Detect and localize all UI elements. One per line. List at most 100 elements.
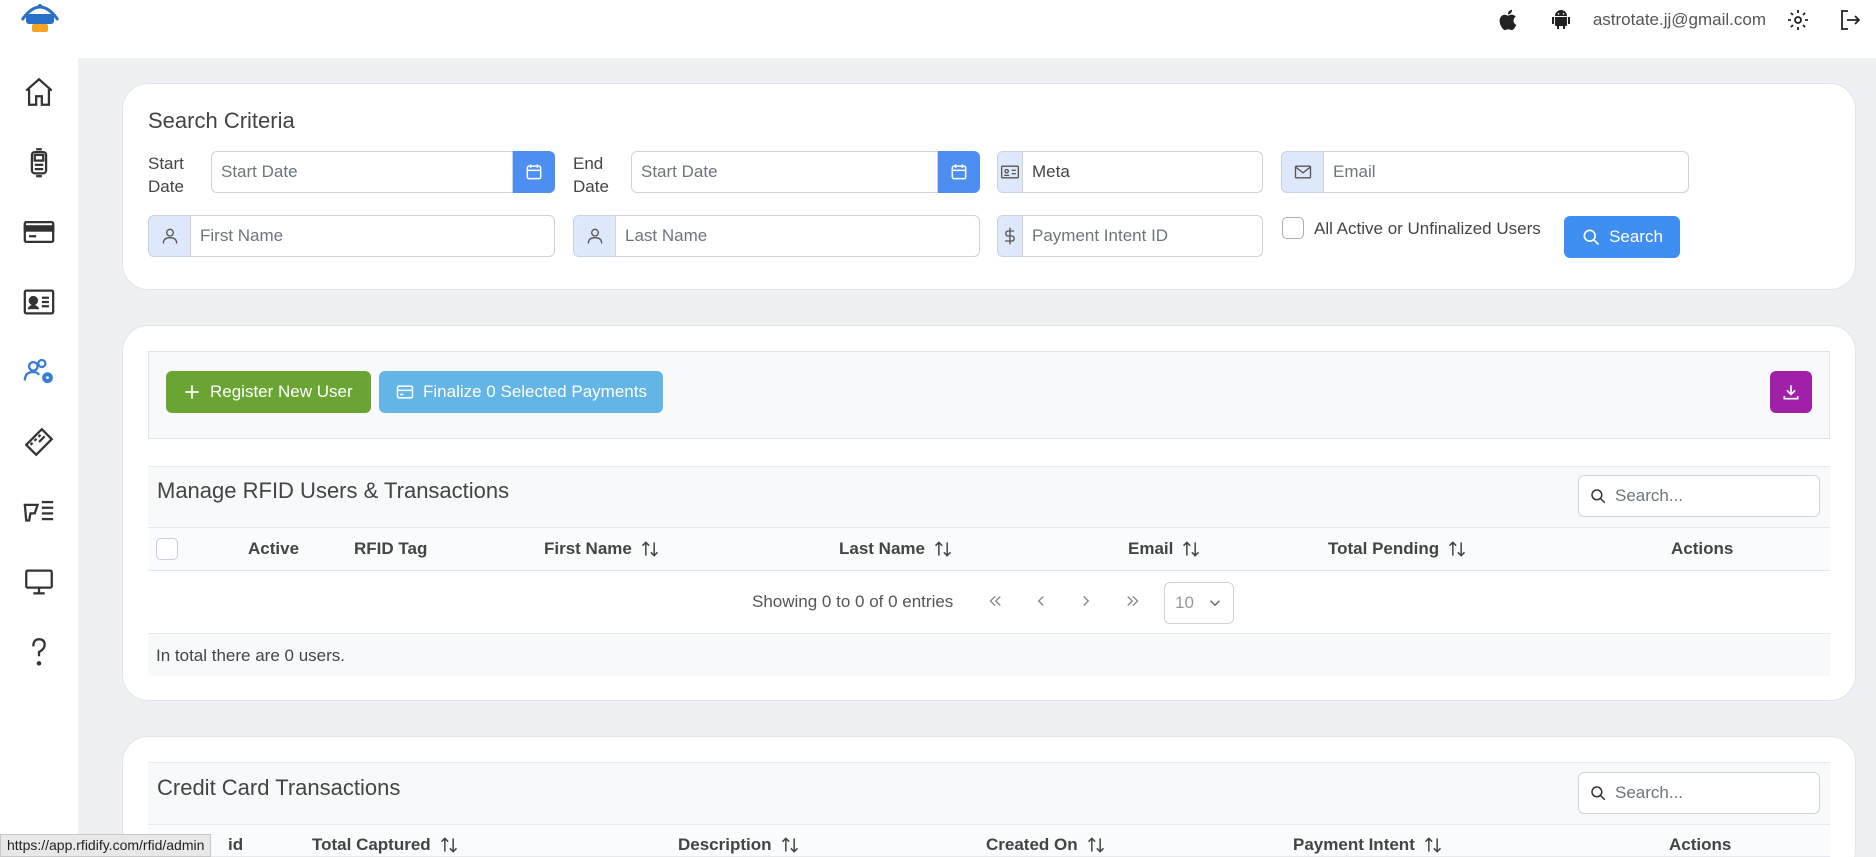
- home-icon: [25, 77, 53, 106]
- sort-icon: [440, 837, 457, 853]
- user-email[interactable]: astrotate.jj@gmail.com: [1593, 10, 1766, 30]
- sidebar-item-scanner[interactable]: [10, 486, 68, 538]
- start-date-label-line2: Date: [148, 177, 184, 196]
- col-created-on-label: Created On: [986, 835, 1078, 854]
- col-cc-actions-label: Actions: [1669, 835, 1732, 854]
- chevrons-right-icon: [1127, 596, 1139, 606]
- credit-card-icon: [396, 385, 414, 399]
- last-name-addon: [573, 215, 615, 257]
- end-date-label-line2: Date: [573, 177, 609, 196]
- col-description[interactable]: Description: [678, 835, 800, 855]
- col-total-captured[interactable]: Total Captured: [312, 835, 459, 855]
- payment-intent-group: [997, 215, 1263, 257]
- user-icon: [587, 228, 602, 244]
- meta-input[interactable]: [1022, 151, 1263, 193]
- sort-icon: [1087, 837, 1104, 853]
- question-icon: [32, 638, 46, 666]
- users-table-head: Active RFID Tag First Name Last Name Ema…: [148, 527, 1830, 571]
- first-name-input[interactable]: [190, 215, 555, 257]
- sidebar-item-help[interactable]: [10, 626, 68, 678]
- users-table-pager: Showing 0 to 0 of 0 entries 10: [148, 572, 1830, 634]
- col-id[interactable]: id: [228, 835, 243, 855]
- scanner-icon: [23, 500, 54, 522]
- next-page-button[interactable]: [1073, 588, 1099, 614]
- col-last-name-label: Last Name: [839, 539, 925, 558]
- sidebar-item-users-settings[interactable]: [10, 346, 68, 398]
- col-actions: Actions: [1671, 539, 1733, 559]
- users-table-title: Manage RFID Users & Transactions: [157, 478, 510, 503]
- ticket-icon: [24, 427, 54, 457]
- start-date-calendar-button[interactable]: [513, 151, 555, 193]
- browser-status-url: https://app.rfidify.com/rfid/admin: [0, 834, 212, 857]
- finalize-payments-button[interactable]: Finalize 0 Selected Payments: [379, 371, 663, 413]
- end-date-label: End Date: [573, 152, 609, 198]
- search-icon: [1591, 489, 1606, 504]
- end-date-input[interactable]: [631, 151, 938, 193]
- sort-icon: [934, 541, 952, 557]
- cc-table-search-input[interactable]: [1615, 783, 1805, 803]
- meta-addon: [997, 151, 1022, 193]
- monitor-icon: [25, 569, 53, 595]
- end-date-group: [631, 151, 980, 193]
- download-button[interactable]: [1770, 371, 1812, 413]
- download-icon: [1783, 385, 1799, 400]
- users-gear-icon: [23, 358, 53, 384]
- col-email-label: Email: [1128, 539, 1174, 558]
- users-total-row: In total there are 0 users.: [148, 634, 1830, 676]
- search-button[interactable]: Search: [1564, 216, 1680, 258]
- rfidify-logo[interactable]: [18, 0, 62, 34]
- sidebar-item-payments[interactable]: [10, 206, 68, 258]
- search-icon: [1583, 229, 1600, 246]
- col-created-on[interactable]: Created On: [986, 835, 1106, 855]
- android-icon[interactable]: [1547, 6, 1575, 34]
- first-page-button[interactable]: [982, 588, 1008, 614]
- sidebar-item-home[interactable]: [10, 66, 68, 118]
- col-total-pending[interactable]: Total Pending: [1328, 539, 1467, 559]
- showing-entries: Showing 0 to 0 of 0 entries: [752, 592, 954, 611]
- last-name-input[interactable]: [615, 215, 980, 257]
- envelope-icon: [1294, 165, 1311, 179]
- col-actions-label: Actions: [1671, 539, 1734, 558]
- calendar-icon: [526, 164, 542, 180]
- col-payment-intent[interactable]: Payment Intent: [1293, 835, 1443, 855]
- select-all-checkbox[interactable]: [156, 538, 178, 560]
- sidebar-item-contacts[interactable]: [10, 276, 68, 328]
- register-new-user-button[interactable]: Register New User: [166, 371, 371, 413]
- apple-icon[interactable]: [1495, 6, 1523, 34]
- page-size-value: 10: [1175, 593, 1194, 612]
- cc-table-search: [1578, 772, 1820, 814]
- gear-icon[interactable]: [1784, 6, 1812, 34]
- end-date-calendar-button[interactable]: [938, 151, 980, 193]
- logout-icon[interactable]: [1836, 6, 1864, 34]
- page-size-select[interactable]: 10: [1164, 582, 1234, 624]
- id-card-icon: [23, 289, 55, 315]
- email-input[interactable]: [1323, 151, 1689, 193]
- cc-table-head: id Total Captured Description Created On…: [148, 824, 1830, 857]
- calendar-icon: [951, 164, 967, 180]
- sidebar-item-devices[interactable]: [10, 136, 68, 188]
- sidebar-item-tickets[interactable]: [10, 416, 68, 468]
- sidebar: [0, 0, 78, 857]
- sidebar-item-display[interactable]: [10, 556, 68, 608]
- col-last-name[interactable]: Last Name: [839, 539, 953, 559]
- start-date-group: [211, 151, 555, 193]
- user-icon: [162, 228, 177, 244]
- col-email[interactable]: Email: [1128, 539, 1201, 559]
- credit-card-icon: [23, 220, 55, 244]
- all-active-checkbox[interactable]: [1282, 217, 1304, 239]
- payment-intent-input[interactable]: [1022, 215, 1263, 257]
- users-table-search-input[interactable]: [1615, 486, 1805, 506]
- col-active[interactable]: Active: [248, 539, 299, 559]
- first-name-addon: [148, 215, 190, 257]
- cc-table-title: Credit Card Transactions: [157, 775, 401, 800]
- col-rfid-tag-label: RFID Tag: [354, 539, 428, 558]
- sort-icon: [1424, 837, 1441, 853]
- last-page-button[interactable]: [1120, 588, 1146, 614]
- col-rfid-tag[interactable]: RFID Tag: [354, 539, 427, 559]
- col-payment-intent-label: Payment Intent: [1293, 835, 1415, 854]
- col-first-name[interactable]: First Name: [544, 539, 660, 559]
- device-icon: [30, 148, 48, 178]
- start-date-input[interactable]: [211, 151, 513, 193]
- prev-page-button[interactable]: [1028, 588, 1054, 614]
- id-card-icon: [1001, 165, 1019, 179]
